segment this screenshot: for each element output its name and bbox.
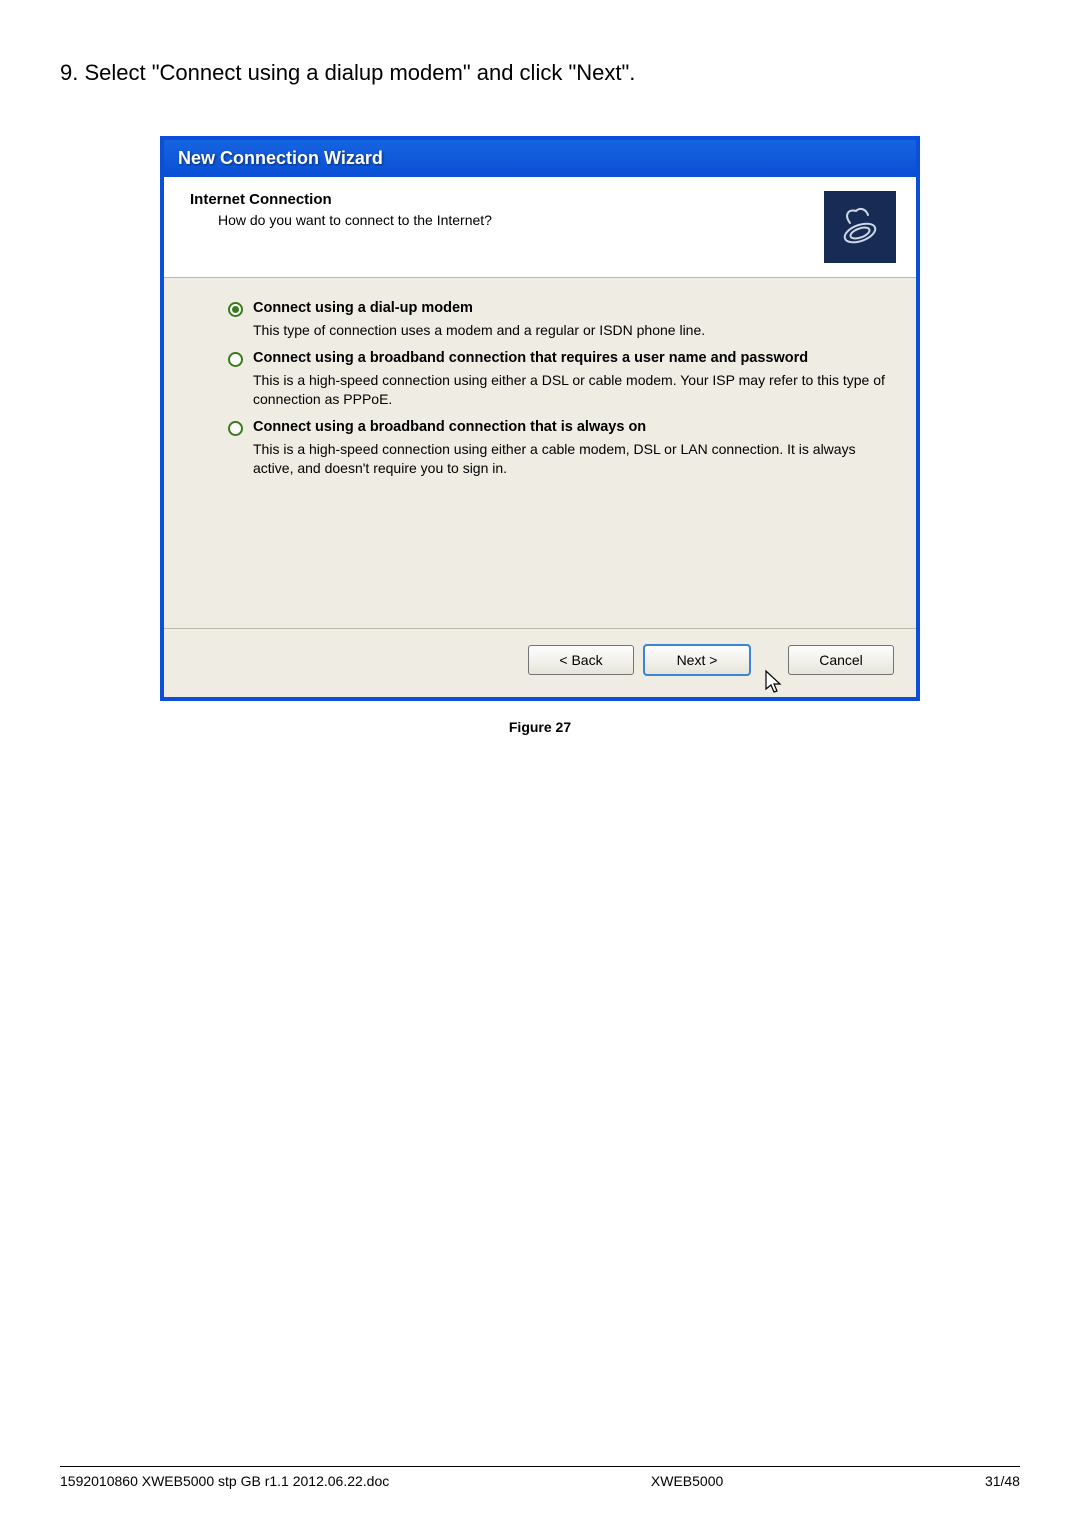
wizard-header-title: Internet Connection — [190, 191, 824, 208]
wizard-header: Internet Connection How do you want to c… — [164, 177, 916, 278]
radio-dialup[interactable] — [228, 302, 243, 317]
option-dialup-label: Connect using a dial-up modem — [253, 300, 473, 316]
option-broadband-always[interactable]: Connect using a broadband connection tha… — [228, 419, 892, 478]
option-dialup[interactable]: Connect using a dial-up modem This type … — [228, 300, 892, 340]
cursor-icon — [764, 669, 784, 695]
footer-left: 1592010860 XWEB5000 stp GB r1.1 2012.06.… — [60, 1473, 389, 1489]
option-broadband-auth-label: Connect using a broadband connection tha… — [253, 350, 808, 366]
option-broadband-auth-desc: This is a high-speed connection using ei… — [253, 371, 892, 409]
option-broadband-always-desc: This is a high-speed connection using ei… — [253, 440, 892, 478]
radio-broadband-always[interactable] — [228, 421, 243, 436]
footer-center: XWEB5000 — [651, 1473, 723, 1489]
option-broadband-always-label: Connect using a broadband connection tha… — [253, 419, 646, 435]
step-instruction: 9. Select "Connect using a dialup modem"… — [60, 60, 1020, 86]
footer-right: 31/48 — [985, 1473, 1020, 1489]
wizard-footer: < Back Next > Cancel — [164, 628, 916, 697]
wizard-header-subtitle: How do you want to connect to the Intern… — [190, 212, 824, 228]
option-dialup-desc: This type of connection uses a modem and… — [253, 321, 892, 340]
page-footer: 1592010860 XWEB5000 stp GB r1.1 2012.06.… — [60, 1466, 1020, 1489]
option-broadband-auth[interactable]: Connect using a broadband connection tha… — [228, 350, 892, 409]
figure-caption: Figure 27 — [60, 719, 1020, 735]
radio-broadband-auth[interactable] — [228, 352, 243, 367]
window-title-bar: New Connection Wizard — [164, 140, 916, 177]
wizard-window: New Connection Wizard Internet Connectio… — [160, 136, 920, 701]
modem-icon — [824, 191, 896, 263]
next-button[interactable]: Next > — [644, 645, 750, 675]
back-button[interactable]: < Back — [528, 645, 634, 675]
cancel-button[interactable]: Cancel — [788, 645, 894, 675]
wizard-body: Connect using a dial-up modem This type … — [164, 278, 916, 628]
